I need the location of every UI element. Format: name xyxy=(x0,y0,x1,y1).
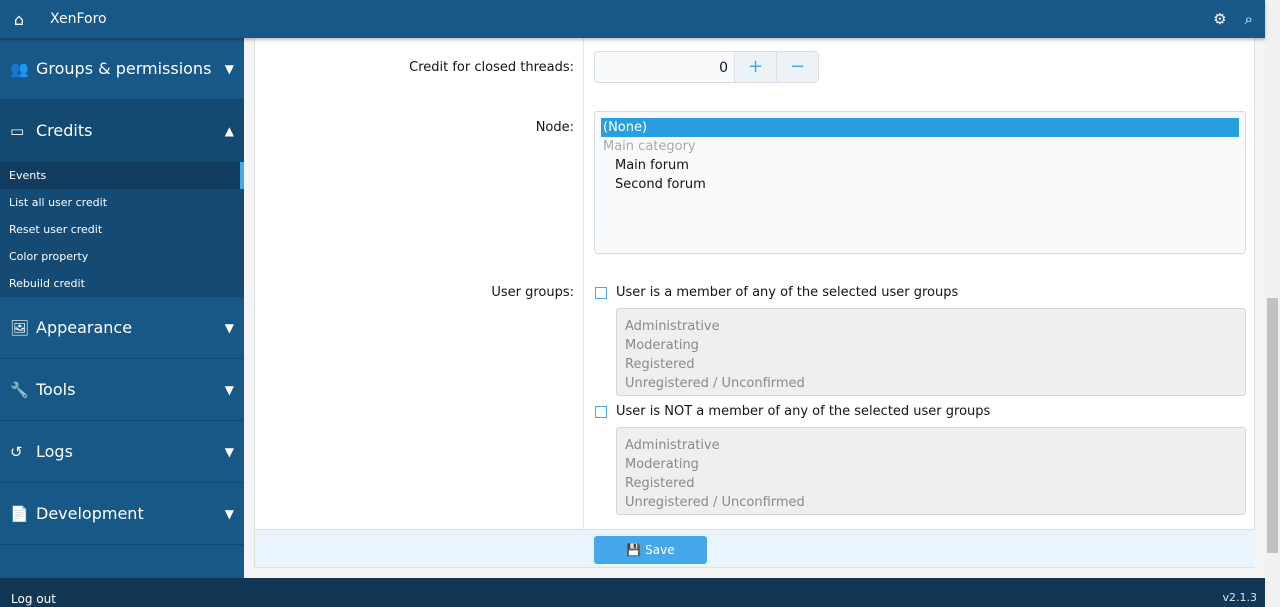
save-button[interactable]: 💾 Save xyxy=(594,536,707,564)
credit-closed-threads-label: Credit for closed threads: xyxy=(409,60,574,75)
credit-closed-threads-stepper[interactable]: 0 + − xyxy=(594,51,819,83)
credit-closed-threads-input[interactable]: 0 xyxy=(595,52,734,82)
monitor-icon: ▭ xyxy=(10,121,25,140)
node-option-group: Main category xyxy=(603,139,696,154)
home-icon[interactable]: ⌂ xyxy=(0,10,38,29)
section-label: Logs xyxy=(36,442,73,461)
sidebar-section-development[interactable]: 📄 Development ▼ xyxy=(0,483,244,545)
chevron-down-icon: ▼ xyxy=(224,61,234,76)
history-icon: ↺ xyxy=(10,442,23,461)
sidebar-section-tools[interactable]: 🔧 Tools ▼ xyxy=(0,359,244,421)
checkbox-icon[interactable] xyxy=(595,405,607,418)
not-member-groups-select: Administrative Moderating Registered Unr… xyxy=(616,427,1246,515)
chevron-down-icon: ▼ xyxy=(224,444,234,459)
group-option: Moderating xyxy=(625,457,699,472)
chevron-down-icon: ▼ xyxy=(224,320,234,335)
page-scrollbar[interactable] xyxy=(1265,0,1280,607)
version-label: v2.1.3 xyxy=(1222,591,1258,604)
checkbox-label: User is a member of any of the selected … xyxy=(616,285,959,300)
top-bar: ⌂ XenForo ⚙ ⌕ xyxy=(0,0,1265,38)
group-option: Registered xyxy=(625,357,695,372)
group-option: Unregistered / Unconfirmed xyxy=(625,376,805,391)
gears-icon[interactable]: ⚙ xyxy=(1213,10,1226,28)
section-label: Development xyxy=(36,504,144,523)
credits-submenu: Events List all user credit Reset user c… xyxy=(0,162,244,297)
member-checkbox[interactable]: User is a member of any of the selected … xyxy=(595,285,958,300)
node-option[interactable]: (None) xyxy=(601,118,1239,137)
wrench-icon: 🔧 xyxy=(10,380,29,399)
chevron-up-icon: ▲ xyxy=(224,123,234,138)
label-column-divider xyxy=(583,38,584,529)
sidebar-item-color-property[interactable]: Color property xyxy=(0,243,244,270)
group-option: Moderating xyxy=(625,338,699,353)
sidebar-section-appearance[interactable]: 🖼 Appearance ▼ xyxy=(0,297,244,359)
section-label: Groups & permissions xyxy=(36,59,212,78)
search-icon[interactable]: ⌕ xyxy=(1245,10,1253,28)
sidebar-section-logs[interactable]: ↺ Logs ▼ xyxy=(0,421,244,483)
chevron-down-icon: ▼ xyxy=(224,506,234,521)
checkbox-label: User is NOT a member of any of the selec… xyxy=(616,404,991,419)
sidebar-section-groups-permissions[interactable]: 👥 Groups & permissions ▼ xyxy=(0,38,244,100)
main-content: Credit for closed threads: 0 + − Node: (… xyxy=(244,38,1265,578)
chevron-down-icon: ▼ xyxy=(224,382,234,397)
sidebar-item-reset-user-credit[interactable]: Reset user credit xyxy=(0,216,244,243)
checkbox-icon[interactable] xyxy=(595,286,607,299)
node-option[interactable]: Main forum xyxy=(601,156,1239,175)
group-option: Administrative xyxy=(625,438,720,453)
user-groups-label: User groups: xyxy=(491,285,574,300)
section-label: Tools xyxy=(36,380,76,399)
scrollbar-thumb[interactable] xyxy=(1267,298,1278,553)
node-label: Node: xyxy=(535,120,574,135)
sidebar-item-rebuild-credit[interactable]: Rebuild credit xyxy=(0,270,244,297)
node-select[interactable]: (None) Main category Main forum Second f… xyxy=(594,111,1246,254)
logout-link[interactable]: Log out xyxy=(11,592,56,606)
save-label: Save xyxy=(645,543,675,557)
section-label: Appearance xyxy=(36,318,133,337)
increment-button[interactable]: + xyxy=(734,52,776,82)
users-icon: 👥 xyxy=(10,59,29,78)
sidebar-item-events[interactable]: Events xyxy=(0,162,244,189)
form-panel: Credit for closed threads: 0 + − Node: (… xyxy=(254,38,1255,568)
member-groups-select: Administrative Moderating Registered Unr… xyxy=(616,308,1246,396)
node-option[interactable]: Second forum xyxy=(601,175,1239,194)
form-submit-row: 💾 Save xyxy=(255,529,1255,567)
sidebar: 👥 Groups & permissions ▼ ▭ Credits ▲ Events … xyxy=(0,38,244,578)
footer: Log out v2.1.3 xyxy=(0,578,1265,607)
save-icon: 💾 xyxy=(626,543,642,557)
group-option: Registered xyxy=(625,476,695,491)
decrement-button[interactable]: − xyxy=(776,52,818,82)
group-option: Administrative xyxy=(625,319,720,334)
group-option: Unregistered / Unconfirmed xyxy=(625,495,805,510)
code-file-icon: 📄 xyxy=(10,504,29,523)
sidebar-section-credits[interactable]: ▭ Credits ▲ xyxy=(0,100,244,162)
app-title[interactable]: XenForo xyxy=(50,11,107,27)
section-label: Credits xyxy=(36,121,93,140)
sidebar-item-list-all-user-credit[interactable]: List all user credit xyxy=(0,189,244,216)
image-icon: 🖼 xyxy=(10,318,30,337)
not-member-checkbox[interactable]: User is NOT a member of any of the selec… xyxy=(595,404,990,419)
